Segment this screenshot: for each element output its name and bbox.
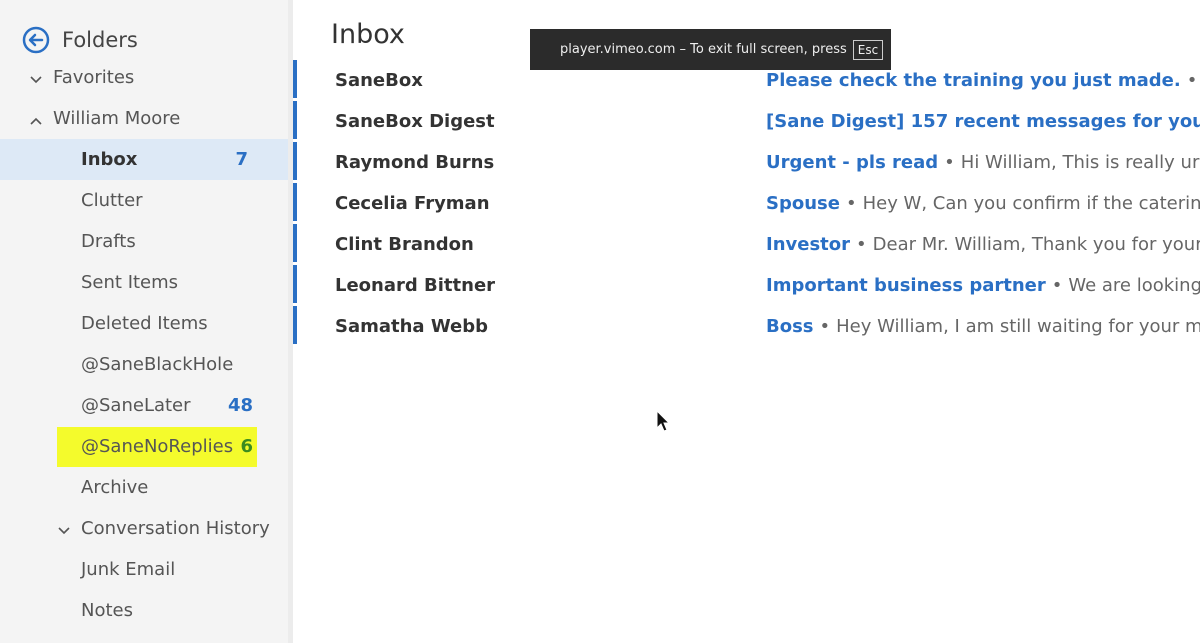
folder-label: Inbox — [81, 149, 138, 170]
folder-deleted-items[interactable]: Deleted Items — [0, 303, 293, 344]
folder-saneblackhole[interactable]: @SaneBlackHole — [0, 344, 293, 385]
separator-dot: • — [856, 234, 867, 255]
message-subject: Urgent - pls read — [766, 152, 939, 173]
folder-notes[interactable]: Notes — [0, 590, 293, 631]
message-preview: Investor • Dear Mr. William, Thank you for… — [766, 234, 1200, 255]
message-row[interactable]: Cecelia Fryman Spouse • Hey W, Can you conf… — [293, 183, 1200, 224]
folder-label: Notes — [81, 600, 133, 621]
favorites-label: Favorites — [53, 67, 135, 88]
unread-indicator — [293, 265, 297, 303]
chevron-up-icon — [29, 112, 43, 126]
fullscreen-notice-text: player.vimeo.com – To exit full screen, … — [560, 42, 847, 57]
message-sender: SaneBox Digest — [335, 111, 495, 132]
unread-indicator — [293, 183, 297, 221]
folder-sent-items[interactable]: Sent Items — [0, 262, 293, 303]
folder-label: @SaneBlackHole — [81, 354, 234, 375]
message-subject: Please check the training you just made. — [766, 70, 1181, 91]
message-sender: Samatha Webb — [335, 316, 489, 337]
folder-label: @SaneLater — [81, 395, 191, 416]
message-preview: Please check the training you just made.… — [766, 70, 1200, 91]
folder-label: Archive — [81, 477, 149, 498]
mouse-cursor-icon — [656, 409, 672, 434]
message-snippet: Hi William, This is really urgent. I — [960, 152, 1200, 173]
message-row[interactable]: Raymond Burns Urgent - pls read • Hi Willia… — [293, 142, 1200, 183]
separator-dot: • — [1051, 275, 1063, 296]
message-row[interactable]: Samatha Webb Boss • Hey William, I am still… — [293, 306, 1200, 347]
folder-label: Drafts — [81, 231, 136, 252]
message-snippet: Hey W, Can you confirm if the catering s… — [862, 193, 1200, 214]
folder-label: @SaneNoReplies — [81, 436, 234, 457]
fullscreen-notice: player.vimeo.com – To exit full screen, … — [530, 29, 891, 70]
folder-junk-email[interactable]: Junk Email — [0, 549, 293, 590]
chevron-down-icon — [29, 71, 43, 85]
folder-label: Clutter — [81, 190, 143, 211]
folder-label: Conversation History — [81, 518, 270, 539]
folder-conversation-history[interactable]: Conversation History — [0, 508, 293, 549]
unread-indicator — [293, 142, 297, 180]
unread-indicator — [293, 101, 297, 139]
folder-drafts[interactable]: Drafts — [0, 221, 293, 262]
unread-indicator — [293, 306, 297, 344]
message-row[interactable]: Clint Brandon Investor • Dear Mr. William, … — [293, 224, 1200, 265]
folder-label: Junk Email — [81, 559, 176, 580]
separator-dot: • — [819, 316, 831, 337]
folder-inbox[interactable]: Inbox 7 — [0, 139, 288, 180]
message-preview: [Sane Digest] 157 recent messages for yo… — [766, 111, 1200, 132]
message-preview: Important business partner • We are lookin… — [766, 275, 1200, 296]
message-snippet: We are looking forwa — [1068, 275, 1200, 296]
favorites-group[interactable]: Favorites — [0, 57, 293, 98]
back-arrow-icon[interactable] — [22, 26, 50, 54]
separator-dot: • — [944, 152, 955, 173]
message-subject: Spouse — [766, 193, 840, 214]
account-group[interactable]: William Moore — [0, 98, 293, 139]
message-sender: Clint Brandon — [335, 234, 474, 255]
folder-sanelater[interactable]: @SaneLater 48 — [0, 385, 293, 426]
folder-sanenoreplies[interactable]: @SaneNoReplies 6 — [0, 426, 293, 467]
message-preview: Spouse • Hey W, Can you confirm if the cat… — [766, 193, 1200, 214]
folders-header: Folders — [22, 24, 138, 56]
message-sender: SaneBox — [335, 70, 423, 91]
message-sender: Leonard Bittner — [335, 275, 496, 296]
account-label: William Moore — [53, 108, 181, 129]
message-row[interactable]: Leonard Bittner Important business partne… — [293, 265, 1200, 306]
folder-label: Deleted Items — [81, 313, 208, 334]
esc-key-hint: Esc — [852, 39, 884, 60]
message-row[interactable]: SaneBox Digest [Sane Digest] 157 recent m… — [293, 101, 1200, 142]
message-preview: Urgent - pls read • Hi William, This is re… — [766, 152, 1200, 173]
message-sender: Cecelia Fryman — [335, 193, 490, 214]
message-preview: Boss • Hey William, I am still waiting for… — [766, 316, 1200, 337]
message-subject: Boss — [766, 316, 814, 337]
separator-dot: • — [845, 193, 857, 214]
message-subject: Investor — [766, 234, 851, 255]
unread-indicator — [293, 224, 297, 262]
message-subject: Important business partner — [766, 275, 1046, 296]
folders-title: Folders — [62, 28, 138, 52]
unread-count: 6 — [240, 436, 253, 457]
folder-pane: Folders Favorites William Moore Inbox 7 … — [0, 0, 293, 643]
message-sender: Raymond Burns — [335, 152, 495, 173]
unread-count: 7 — [235, 149, 248, 170]
unread-indicator — [293, 60, 297, 98]
message-snippet: Dear Mr. William, Thank you for your int… — [872, 234, 1200, 255]
folder-clutter[interactable]: Clutter — [0, 180, 293, 221]
folder-label: Sent Items — [81, 272, 179, 293]
chevron-down-icon — [57, 522, 71, 536]
page-title: Inbox — [331, 19, 405, 50]
unread-count: 48 — [227, 395, 253, 416]
separator-dot: • — [1186, 70, 1198, 91]
folder-archive[interactable]: Archive — [0, 467, 293, 508]
message-snippet: Hey William, I am still waiting for your… — [836, 316, 1200, 337]
message-subject: [Sane Digest] 157 recent messages for yo… — [766, 111, 1200, 132]
